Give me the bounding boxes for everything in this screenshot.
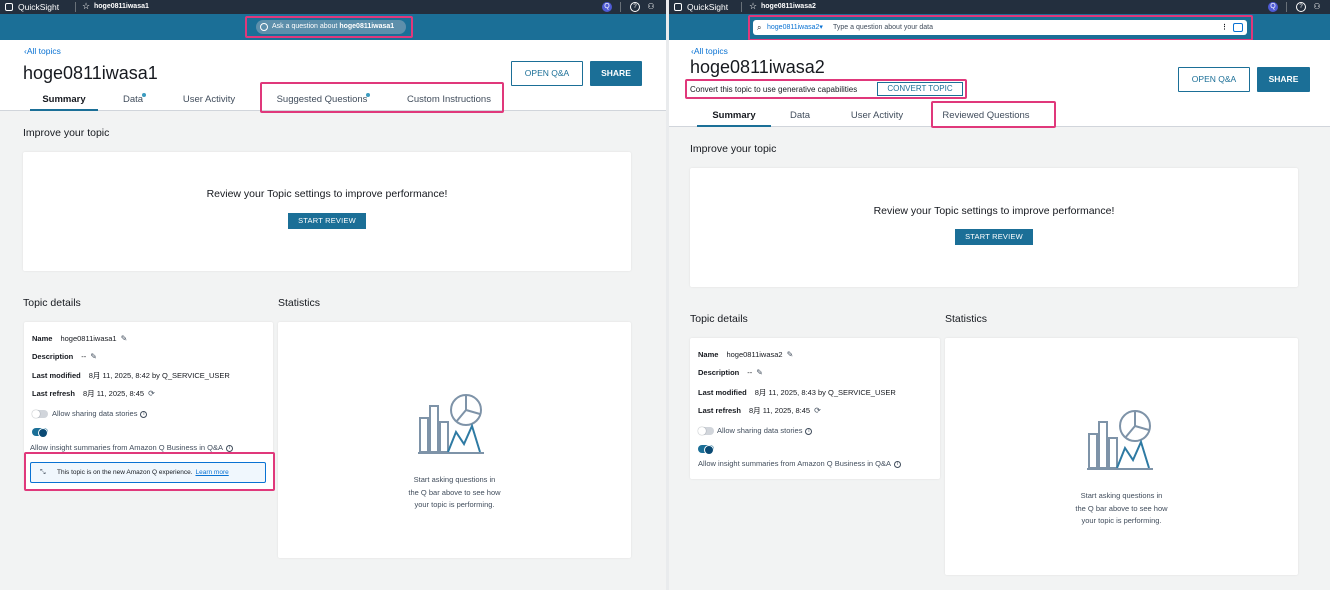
last-refresh-value: 8月 11, 2025, 8:45	[748, 406, 811, 415]
name-row: Name hoge0811iwasa1 ✎	[32, 334, 128, 343]
tab-data[interactable]: Data	[113, 91, 153, 111]
last-modified-value: 8月 11, 2025, 8:43 by Q_SERVICE_USER	[754, 388, 896, 397]
help-icon[interactable]: ?	[630, 2, 640, 12]
description-value: --	[81, 352, 87, 361]
share-button[interactable]: SHARE	[1257, 67, 1310, 92]
description-row: Description -- ✎	[32, 352, 97, 361]
star-icon[interactable]: ☆	[749, 1, 757, 12]
info-icon[interactable]: i	[226, 444, 233, 452]
last-modified-row: Last modified 8月 11, 2025, 8:42 by Q_SERV…	[32, 371, 230, 380]
user-icon[interactable]: ⚇	[646, 2, 656, 12]
share-button[interactable]: SHARE	[590, 61, 642, 86]
tab-user-activity[interactable]: User Activity	[170, 91, 248, 111]
info-icon[interactable]: i	[894, 460, 901, 468]
highlight-box	[931, 101, 1056, 128]
topic-details-card: Name hoge0811iwasa2 ✎ Description -- ✎ Last …	[690, 338, 940, 479]
review-message: Review your Topic settings to improve pe…	[206, 188, 448, 200]
edit-pencil-icon[interactable]: ✎	[756, 368, 763, 377]
all-topics-link[interactable]: ‹All topics	[691, 46, 728, 56]
open-qa-button[interactable]: OPEN Q&A	[1178, 67, 1250, 92]
name-value: hoge0811iwasa2	[726, 350, 783, 359]
app-name: QuickSight	[687, 2, 729, 12]
statistics-heading: Statistics	[278, 297, 321, 309]
help-icon[interactable]: ?	[1296, 2, 1306, 12]
last-modified-row: Last modified 8月 11, 2025, 8:43 by Q_SERV…	[698, 388, 896, 397]
highlight-box	[748, 15, 1253, 41]
insight-summaries-toggle[interactable]	[698, 445, 714, 455]
amazon-q-icon[interactable]: Q	[602, 2, 612, 12]
page-title: hoge0811iwasa1	[23, 63, 158, 83]
topic-details-heading: Topic details	[690, 313, 748, 325]
open-qa-button[interactable]: OPEN Q&A	[511, 61, 583, 86]
refresh-icon[interactable]: ⟳	[814, 406, 821, 415]
all-topics-link[interactable]: ‹All topics	[24, 46, 61, 56]
statistics-illustration-icon	[1087, 410, 1153, 470]
quicksight-logo-icon	[5, 3, 13, 11]
last-modified-value: 8月 11, 2025, 8:42 by Q_SERVICE_USER	[88, 371, 230, 380]
sharing-stories-label: Allow sharing data stories i	[52, 409, 148, 418]
amazon-q-icon[interactable]: Q	[1268, 2, 1278, 12]
topic-details-heading: Topic details	[23, 297, 81, 309]
highlight-box	[245, 16, 413, 38]
edit-pencil-icon[interactable]: ✎	[787, 350, 794, 359]
all-topics-label: All topics	[693, 46, 728, 56]
review-card: Review your Topic settings to improve pe…	[23, 152, 631, 271]
tab-data[interactable]: Data	[779, 107, 821, 127]
tab-data-label: Data	[122, 94, 144, 105]
insight-summaries-label: Allow insight summaries from Amazon Q Bu…	[30, 443, 233, 452]
divider	[620, 2, 621, 12]
info-icon[interactable]: i	[805, 427, 813, 435]
all-topics-label: All topics	[26, 46, 61, 56]
statistics-message: Start asking questions in the Q bar abov…	[408, 475, 501, 509]
right-screenshot-pane: QuickSight ☆ hoge0811iwasa2 Q ? ⚇ ⌕ hoge…	[669, 0, 1330, 590]
topic-name: hoge0811iwasa1	[94, 2, 149, 10]
statistics-card: Start asking questions in the Q bar abov…	[945, 338, 1298, 575]
topic-name: hoge0811iwasa2	[761, 2, 816, 10]
highlight-box	[260, 82, 504, 113]
statistics-heading: Statistics	[945, 313, 988, 325]
improve-heading: Improve your topic	[690, 143, 777, 155]
divider	[741, 2, 742, 12]
description-row: Description -- ✎	[698, 368, 763, 377]
last-refresh-value: 8月 11, 2025, 8:45	[82, 389, 145, 398]
insight-summaries-toggle[interactable]	[32, 428, 48, 438]
insight-summaries-label: Allow insight summaries from Amazon Q Bu…	[698, 459, 901, 468]
statistics-message: Start asking questions in the Q bar abov…	[1075, 491, 1168, 525]
review-card: Review your Topic settings to improve pe…	[690, 168, 1298, 287]
start-review-button[interactable]: START REVIEW	[955, 229, 1033, 245]
description-value: --	[747, 368, 753, 377]
improve-heading: Improve your topic	[23, 127, 110, 139]
quicksight-logo-icon	[674, 3, 682, 11]
tab-user-activity[interactable]: User Activity	[839, 107, 915, 127]
user-icon[interactable]: ⚇	[1312, 2, 1322, 12]
app-name: QuickSight	[18, 2, 60, 12]
tab-summary[interactable]: Summary	[697, 107, 771, 127]
sharing-stories-label: Allow sharing data stories i	[717, 426, 813, 435]
highlight-box	[685, 79, 967, 99]
top-navigation-bar: QuickSight ☆ hoge0811iwasa2 Q ? ⚇	[669, 0, 1330, 14]
last-refresh-row: Last refresh 8月 11, 2025, 8:45 ⟳	[32, 389, 155, 398]
last-refresh-row: Last refresh 8月 11, 2025, 8:45 ⟳	[698, 406, 821, 415]
sharing-stories-toggle[interactable]	[32, 410, 48, 418]
page-title: hoge0811iwasa2	[690, 57, 825, 77]
name-row: Name hoge0811iwasa2 ✎	[698, 350, 794, 359]
left-screenshot-pane: QuickSight ☆ hoge0811iwasa1 Q ? ⚇ Ask a …	[0, 0, 666, 590]
edit-pencil-icon[interactable]: ✎	[90, 352, 97, 361]
info-icon[interactable]: i	[140, 410, 148, 418]
statistics-illustration-icon	[418, 394, 484, 454]
divider	[75, 2, 76, 12]
review-message: Review your Topic settings to improve pe…	[873, 205, 1115, 217]
star-icon[interactable]: ☆	[82, 1, 90, 12]
highlight-box	[24, 452, 275, 491]
start-review-button[interactable]: START REVIEW	[288, 213, 366, 229]
new-indicator-dot	[142, 93, 146, 97]
divider	[1286, 2, 1287, 12]
refresh-icon[interactable]: ⟳	[148, 389, 155, 398]
edit-pencil-icon[interactable]: ✎	[121, 334, 128, 343]
name-value: hoge0811iwasa1	[60, 334, 117, 343]
statistics-card: Start asking questions in the Q bar abov…	[278, 322, 631, 558]
sharing-stories-toggle[interactable]	[698, 427, 714, 435]
tab-summary[interactable]: Summary	[30, 91, 98, 111]
top-navigation-bar: QuickSight ☆ hoge0811iwasa1 Q ? ⚇	[0, 0, 666, 14]
